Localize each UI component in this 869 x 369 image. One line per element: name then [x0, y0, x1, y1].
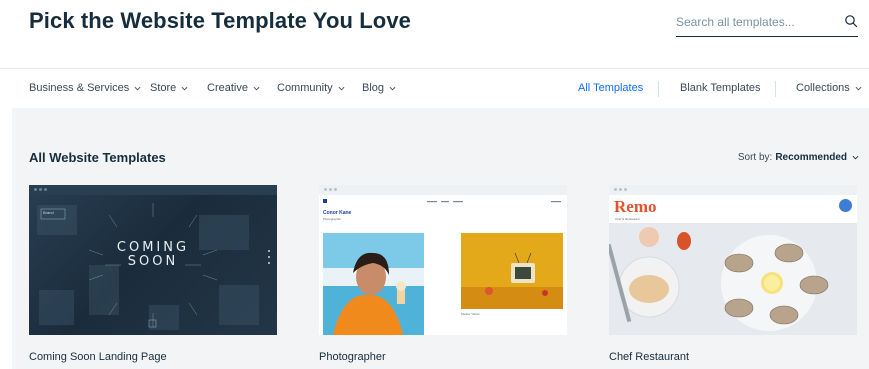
template-card-chef-restaurant[interactable]: Remo Chef & Restaurant Chef Restaurant [609, 185, 857, 363]
site-nav-lines [427, 201, 561, 203]
chevron-down-icon [338, 86, 345, 90]
city-aerial-image: Brand COMING SOON [29, 195, 277, 335]
search-icon[interactable] [844, 14, 858, 28]
nav-divider [658, 81, 659, 97]
section-title: All Website Templates [29, 150, 166, 165]
sort-dropdown[interactable]: Sort by: Recommended [738, 152, 859, 163]
blank-templates-link[interactable]: Blank Templates [680, 82, 761, 94]
sort-label: Sort by: [737, 152, 773, 163]
collections-menu[interactable]: Collections [796, 82, 862, 94]
site-subtitle: Photographer [323, 217, 342, 221]
still-life-photo [461, 233, 563, 309]
browser-bar [319, 185, 567, 195]
site-title: Conor Kane [323, 210, 352, 216]
chevron-down-icon [134, 86, 141, 90]
nav-item-label: Store [150, 82, 177, 94]
site-logo-square [323, 199, 327, 203]
sort-value: Recommended [775, 152, 847, 163]
template-name[interactable]: Photographer [319, 351, 386, 363]
site-subtitle: Chef & Restaurant [615, 217, 640, 221]
nav-item-blog[interactable]: Blog [362, 82, 396, 94]
chevron-down-icon [855, 86, 862, 90]
templates-section: All Website Templates Sort by: Recommend… [12, 108, 869, 369]
chevron-down-icon [181, 86, 188, 90]
chevron-down-icon [852, 155, 859, 160]
template-name[interactable]: Coming Soon Landing Page [29, 351, 167, 363]
browser-bar [29, 185, 277, 195]
nav-item-store[interactable]: Store [150, 82, 188, 94]
template-logo-text: Brand [43, 210, 54, 215]
nav-item-label: Creative [207, 82, 248, 94]
template-thumbnail[interactable]: Remo Chef & Restaurant [609, 185, 857, 335]
photo-caption: Mellow Yellow [461, 312, 480, 316]
collections-label: Collections [796, 82, 850, 94]
nav-item-business-services[interactable]: Business & Services [29, 82, 141, 94]
template-card-photographer[interactable]: Conor Kane Photographer Mellow Yellow Ph… [319, 185, 567, 363]
soon-text: SOON [127, 254, 179, 269]
search-input[interactable] [676, 11, 836, 33]
nav-item-community[interactable]: Community [277, 82, 345, 94]
search-box[interactable] [676, 11, 858, 37]
nav-item-label: Blog [362, 82, 385, 94]
template-thumbnail[interactable]: Brand COMING SOON [29, 185, 277, 335]
template-card-coming-soon[interactable]: Brand COMING SOON Coming Soon Landing Pa… [29, 185, 277, 363]
chevron-down-icon [253, 86, 260, 90]
all-templates-link[interactable]: All Templates [578, 82, 643, 94]
menu-circle-icon [839, 199, 852, 212]
nav-item-label: Community [277, 82, 333, 94]
header: Pick the Website Template You Love [0, 0, 869, 68]
nav-item-creative[interactable]: Creative [207, 82, 260, 94]
template-name[interactable]: Chef Restaurant [609, 351, 689, 363]
template-thumbnail[interactable]: Conor Kane Photographer Mellow Yellow [319, 185, 567, 335]
nav-item-label: Business & Services [29, 82, 130, 94]
browser-bar [609, 185, 857, 195]
page-title: Pick the Website Template You Love [29, 8, 411, 33]
coming-text: COMING [116, 240, 190, 255]
oysters-photo [609, 223, 857, 335]
chevron-down-icon [389, 86, 396, 90]
category-nav: Business & Services Store Creative Commu… [0, 68, 869, 108]
site-title: Remo [614, 197, 657, 216]
portrait-photo [323, 233, 424, 335]
nav-divider [775, 81, 776, 97]
